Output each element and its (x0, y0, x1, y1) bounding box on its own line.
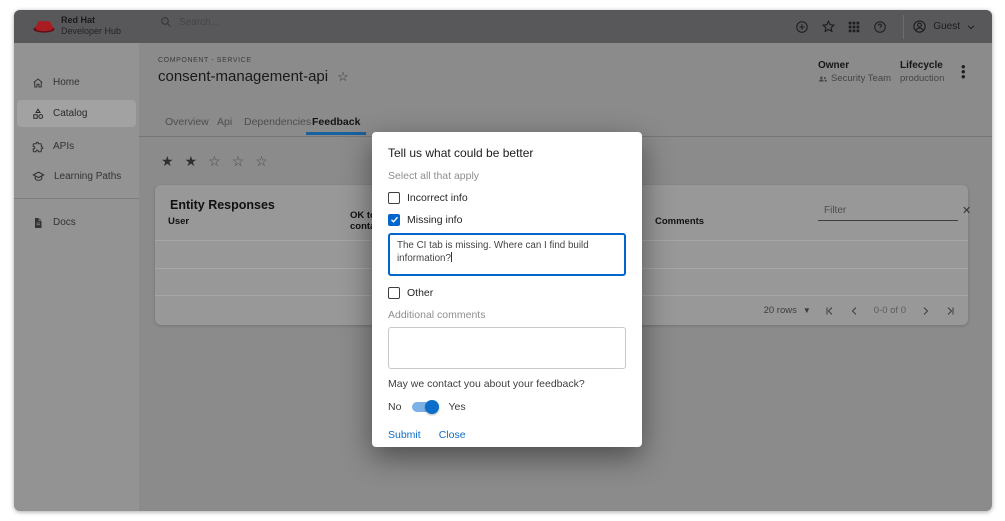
app-grid-icon[interactable] (841, 20, 867, 34)
card-title: Entity Responses (170, 198, 275, 212)
lifecycle-value: production (900, 73, 944, 84)
additional-comments-textarea[interactable] (388, 327, 626, 369)
checkbox-label: Incorrect info (407, 192, 468, 204)
checkbox-other[interactable]: Other (388, 285, 626, 300)
lifecycle-label: Lifecycle (900, 60, 944, 71)
brand-text: Red Hat Developer Hub (61, 15, 121, 36)
last-page-button[interactable] (944, 305, 956, 317)
next-page-button[interactable] (919, 305, 931, 317)
owner-value[interactable]: Security Team (831, 73, 891, 84)
toggle-thumb[interactable] (425, 400, 439, 414)
sidebar-item-label: Catalog (53, 108, 87, 119)
feedback-dialog: Tell us what could be better Select all … (372, 132, 642, 447)
app-window: Red Hat Developer Hub (14, 10, 992, 511)
sidebar-item-catalog[interactable]: Catalog (17, 100, 136, 127)
tab-api[interactable]: Api (217, 116, 232, 128)
dialog-title: Tell us what could be better (388, 146, 626, 160)
favorite-entity-star-icon[interactable]: ☆ (337, 69, 349, 85)
tab-feedback[interactable]: Feedback (312, 116, 360, 128)
submit-button[interactable]: Submit (388, 429, 421, 441)
lifecycle-block: Lifecycle production (900, 60, 944, 84)
filter-clear-icon[interactable]: ✕ (962, 204, 971, 217)
group-icon (818, 74, 828, 84)
column-header-user[interactable]: User (168, 216, 189, 227)
sidebar-item-label: APIs (53, 141, 74, 152)
first-page-button[interactable] (824, 305, 836, 317)
api-puzzle-icon (32, 141, 44, 153)
global-search[interactable] (160, 16, 329, 28)
docs-icon (32, 217, 44, 229)
rating-star-2[interactable]: ★ (185, 153, 198, 170)
feedback-text: The CI tab is missing. Where can I find … (397, 240, 589, 264)
sidebar-item-label: Learning Paths (54, 171, 121, 182)
sidebar-item-label: Docs (53, 217, 76, 228)
global-header: Red Hat Developer Hub (14, 10, 992, 43)
kebab-menu-icon[interactable]: ••• (961, 64, 966, 79)
feedback-textarea[interactable]: The CI tab is missing. Where can I find … (388, 233, 626, 276)
sidebar-item-label: Home (53, 77, 80, 88)
owner-label: Owner (818, 60, 891, 71)
search-input[interactable] (179, 17, 329, 28)
sidebar-item-docs[interactable]: Docs (17, 209, 136, 236)
rows-per-page-select[interactable]: 20 rows ▼ (764, 305, 811, 316)
catalog-icon (32, 108, 44, 120)
page-title: consent-management-api (158, 68, 328, 85)
contact-question: May we contact you about your feedback? (388, 378, 626, 391)
checkbox-icon[interactable] (388, 192, 400, 204)
checkbox-icon[interactable] (388, 214, 400, 226)
rating-star-1[interactable]: ★ (161, 153, 174, 170)
brand-line1: Red Hat (61, 15, 121, 26)
help-icon[interactable] (867, 20, 893, 34)
rating-star-5[interactable]: ☆ (255, 153, 268, 170)
filter-input[interactable] (824, 205, 956, 216)
chevron-down-icon (966, 22, 976, 32)
user-name: Guest (933, 21, 960, 32)
chevron-down-icon: ▼ (803, 306, 811, 315)
rating-star-3[interactable]: ☆ (208, 153, 221, 170)
close-button[interactable]: Close (439, 429, 466, 441)
filter-field[interactable]: ✕ (818, 201, 958, 221)
sidebar-item-home[interactable]: Home (17, 69, 136, 96)
pagination-range: 0-0 of 0 (874, 305, 906, 316)
rating-star-4[interactable]: ☆ (232, 153, 245, 170)
tab-dependencies[interactable]: Dependencies (244, 116, 311, 128)
checkbox-label: Other (407, 287, 433, 299)
breadcrumb: COMPONENT - SERVICE (158, 57, 252, 64)
contact-toggle[interactable] (412, 402, 437, 412)
sidebar-nav: Home Catalog APIs Learning Paths (14, 43, 139, 511)
rating-stars: ★ ★ ☆ ☆ ☆ (161, 153, 268, 170)
contact-toggle-row: No Yes (388, 398, 626, 415)
user-menu[interactable]: Guest (912, 19, 976, 34)
account-icon (912, 19, 927, 34)
toggle-off-label: No (388, 401, 401, 413)
header-divider (903, 15, 904, 39)
prev-page-button[interactable] (849, 305, 861, 317)
add-circle-icon[interactable] (789, 20, 815, 34)
sidebar-item-apis[interactable]: APIs (17, 133, 136, 160)
entity-title-row: consent-management-api ☆ (158, 68, 349, 85)
checkbox-label: Missing info (407, 214, 462, 226)
sidebar-item-learning-paths[interactable]: Learning Paths (17, 163, 136, 190)
screenshot-canvas: Red Hat Developer Hub (0, 0, 1005, 521)
dialog-actions: Submit Close (388, 429, 626, 441)
home-icon (32, 77, 44, 89)
favorites-star-icon[interactable] (815, 19, 841, 34)
checkbox-incorrect-info[interactable]: Incorrect info (388, 190, 626, 205)
tab-overview[interactable]: Overview (165, 116, 209, 128)
sidebar-divider (14, 198, 139, 199)
dialog-subtitle: Select all that apply (388, 170, 626, 183)
learning-paths-icon (32, 170, 45, 183)
search-icon (160, 16, 172, 28)
column-header-comments[interactable]: Comments (655, 216, 704, 227)
text-cursor (451, 252, 452, 262)
owner-block: Owner Security Team (818, 60, 891, 84)
checkbox-icon[interactable] (388, 287, 400, 299)
toggle-on-label: Yes (448, 401, 465, 413)
header-actions: Guest (789, 10, 992, 43)
additional-comments-label: Additional comments (388, 309, 626, 322)
checkbox-missing-info[interactable]: Missing info (388, 212, 626, 227)
redhat-logo-icon (32, 17, 56, 34)
brand-line2: Developer Hub (61, 26, 121, 37)
